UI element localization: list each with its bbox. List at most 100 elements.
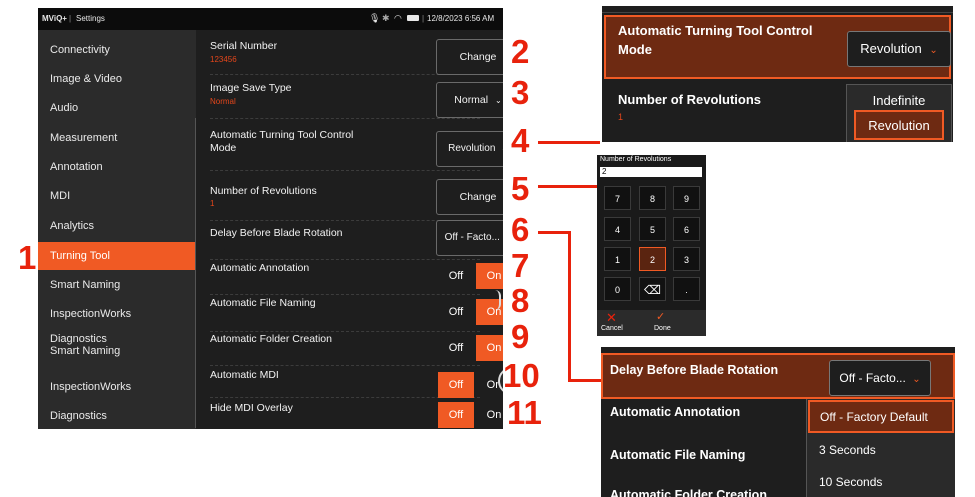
sidebar-item-diagnostics-dup[interactable]: Diagnostics bbox=[38, 402, 196, 429]
hide-mdi-toggle[interactable]: Off On bbox=[438, 402, 503, 428]
zoom-delay-dropdown[interactable]: Off - Facto... ⌄ bbox=[829, 360, 931, 396]
sidebar-item-mdi[interactable]: MDI bbox=[38, 182, 196, 210]
wifi-icon: ◠ bbox=[394, 13, 402, 23]
keypad-key[interactable]: 9 bbox=[673, 186, 700, 210]
keypad-input[interactable]: 2 bbox=[600, 167, 702, 177]
sidebar: Connectivity Image & Video Audio Measure… bbox=[38, 30, 196, 429]
keypad-key[interactable]: 1 bbox=[604, 247, 631, 271]
scroll-indicator bbox=[495, 290, 501, 310]
delay-label: Delay Before Blade Rotation bbox=[210, 227, 343, 239]
option-10-seconds[interactable]: 10 Seconds bbox=[807, 468, 955, 496]
image-save-type-value: Normal bbox=[210, 97, 236, 106]
sidebar-item-image-video[interactable]: Image & Video bbox=[38, 65, 196, 93]
delay-selected: Off - Facto... bbox=[444, 232, 500, 243]
option-off-factory-default[interactable]: Off - Factory Default bbox=[808, 400, 954, 433]
delay-dropdown[interactable]: Off - Facto... ⌄ bbox=[436, 220, 503, 256]
callout-5: 5 bbox=[511, 170, 530, 207]
zoom-panel-keypad: Number of Revolutions 2 7 8 9 4 5 6 1 2 3 0 ⌫. ✕ C… bbox=[597, 155, 706, 336]
zoom-delay-selected: Off - Facto... bbox=[839, 371, 906, 385]
connector-line-5 bbox=[538, 185, 598, 188]
sidebar-item-inspectionworks-dup[interactable]: InspectionWorks bbox=[38, 373, 196, 401]
auto-folder-on[interactable]: On bbox=[476, 335, 503, 361]
keypad-key[interactable]: 0 bbox=[604, 277, 631, 301]
image-save-type-dropdown[interactable]: Normal ⌄ bbox=[436, 82, 503, 118]
option-revolution[interactable]: Revolution bbox=[854, 110, 944, 140]
chevron-down-icon: ⌄ bbox=[912, 374, 921, 385]
auto-annotation-on[interactable]: On bbox=[476, 263, 503, 289]
zoom-row-auto-file-naming: Automatic File Naming bbox=[610, 448, 746, 462]
keypad-key[interactable]: 2 bbox=[639, 247, 666, 271]
keypad-key[interactable]: 7 bbox=[604, 186, 631, 210]
sidebar-item-analytics[interactable]: Analytics bbox=[38, 212, 196, 240]
auto-annotation-off[interactable]: Off bbox=[438, 263, 474, 289]
auto-folder-toggle[interactable]: Off On bbox=[438, 335, 503, 361]
serial-change-button[interactable]: Change bbox=[436, 39, 503, 75]
sidebar-item-turning-tool[interactable]: Turning Tool bbox=[38, 242, 196, 270]
keypad-key[interactable]: 8 bbox=[639, 186, 666, 210]
callout-6: 6 bbox=[511, 211, 530, 248]
keypad-key[interactable]: . bbox=[673, 277, 700, 301]
sidebar-item-inspectionworks[interactable]: InspectionWorks bbox=[38, 300, 196, 328]
chevron-down-icon: ⌄ bbox=[501, 144, 503, 153]
auto-annotation-toggle[interactable]: Off On bbox=[438, 263, 503, 289]
revolutions-change-button[interactable]: Change bbox=[436, 179, 503, 215]
callout-7: 7 bbox=[511, 247, 530, 284]
callout-3: 3 bbox=[511, 74, 530, 111]
hide-mdi-off[interactable]: Off bbox=[438, 402, 474, 428]
zoom-turning-selected: Revolution bbox=[860, 41, 922, 56]
auto-turning-dropdown[interactable]: Revolution ⌄ bbox=[436, 131, 503, 167]
backspace-key[interactable]: ⌫ bbox=[639, 277, 666, 301]
callout-4: 4 bbox=[511, 122, 530, 159]
keypad-cancel[interactable]: Cancel bbox=[601, 325, 623, 332]
callout-1: 1 bbox=[18, 239, 37, 276]
sidebar-item-connectivity[interactable]: Connectivity bbox=[38, 36, 196, 64]
auto-turning-selected: Revolution bbox=[448, 143, 496, 154]
settings-content: Serial Number 123456 Change Image Save T… bbox=[196, 30, 503, 429]
zoom-delay-options: Off - Factory Default 3 Seconds 10 Secon… bbox=[806, 399, 955, 497]
chevron-down-icon: ⌄ bbox=[495, 96, 502, 105]
screen-title: Settings bbox=[76, 14, 105, 23]
image-save-type-selected: Normal bbox=[454, 94, 489, 106]
auto-mdi-label: Automatic MDI bbox=[210, 369, 279, 381]
hide-mdi-on[interactable]: On bbox=[476, 402, 503, 428]
status-separator: | bbox=[69, 14, 72, 23]
sidebar-item-measurement[interactable]: Measurement bbox=[38, 124, 196, 152]
revolutions-value: 1 bbox=[210, 199, 215, 208]
zoom-row-auto-annotation: Automatic Annotation bbox=[610, 405, 741, 419]
chevron-down-icon: ⌄ bbox=[929, 45, 938, 56]
auto-mdi-toggle[interactable]: Off On bbox=[438, 372, 503, 398]
revolutions-label: Number of Revolutions bbox=[210, 185, 317, 197]
keypad-key[interactable]: 4 bbox=[604, 217, 631, 241]
zoom-row-auto-folder: Automatic Folder Creation bbox=[610, 488, 767, 497]
battery-icon bbox=[407, 15, 419, 21]
callout-9: 9 bbox=[511, 318, 530, 355]
mic-icon: 🎙 bbox=[369, 13, 381, 23]
auto-turning-label: Automatic Turning Tool Control Mode bbox=[210, 129, 354, 154]
sidebar-item-smart-naming[interactable]: Smart Naming bbox=[38, 271, 196, 299]
auto-file-naming-off[interactable]: Off bbox=[438, 299, 474, 325]
datetime: 12/8/2023 6:56 AM bbox=[427, 14, 495, 23]
zoom-turning-label: Automatic Turning Tool Control Mode bbox=[618, 23, 813, 57]
status-separator-2: | bbox=[422, 14, 425, 23]
sidebar-item-smart-naming-dup[interactable]: Smart Naming bbox=[38, 342, 196, 360]
keypad-key[interactable]: 6 bbox=[673, 217, 700, 241]
sidebar-item-annotation[interactable]: Annotation bbox=[38, 153, 196, 181]
connector-line-4 bbox=[538, 141, 600, 144]
zoom-turning-options: Indefinite Revolution bbox=[846, 84, 952, 142]
zoom-revolutions-label: Number of Revolutions bbox=[618, 92, 762, 107]
sidebar-item-audio[interactable]: Audio bbox=[38, 94, 196, 122]
device-screen: MViQ+ | Settings 🎙 ✱ ◠ | 12/8/2023 6:56 … bbox=[38, 8, 503, 429]
auto-mdi-off[interactable]: Off bbox=[438, 372, 474, 398]
zoom-turning-dropdown[interactable]: Revolution ⌄ bbox=[847, 31, 951, 67]
keypad-title: Number of Revolutions bbox=[600, 156, 672, 163]
bluetooth-icon: ✱ bbox=[382, 13, 390, 23]
auto-file-naming-toggle[interactable]: Off On bbox=[438, 299, 503, 325]
close-icon: ✕ bbox=[606, 310, 617, 325]
check-icon: ✓ bbox=[656, 311, 666, 323]
option-3-seconds[interactable]: 3 Seconds bbox=[807, 436, 955, 464]
serial-number-value: 123456 bbox=[210, 55, 237, 64]
keypad-key[interactable]: 3 bbox=[673, 247, 700, 271]
auto-folder-off[interactable]: Off bbox=[438, 335, 474, 361]
keypad-key[interactable]: 5 bbox=[639, 217, 666, 241]
keypad-done[interactable]: Done bbox=[654, 325, 671, 332]
